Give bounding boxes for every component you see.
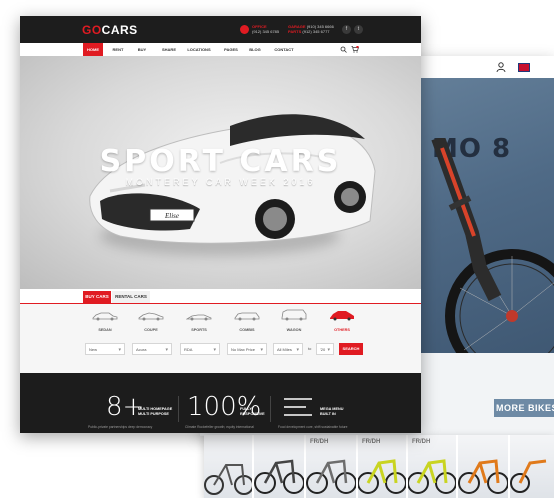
bike-card-label: FR/DH xyxy=(412,439,431,445)
wagon-icon xyxy=(281,309,307,321)
others-car-icon xyxy=(330,311,354,321)
logo-cars: CARS xyxy=(101,23,138,37)
bike-card[interactable] xyxy=(254,435,306,498)
nav-buy[interactable]: BUY xyxy=(132,43,152,56)
contact-parts-title: PARTS xyxy=(288,29,302,34)
search-icon[interactable] xyxy=(340,46,347,53)
nav-share[interactable]: SHARE xyxy=(158,43,180,56)
coupe-icon xyxy=(138,312,164,321)
facebook-icon[interactable]: f xyxy=(342,25,351,34)
search-tabs: BUY CARS RENTAL CARS xyxy=(20,289,421,304)
phone-icon xyxy=(240,25,249,34)
price-select[interactable]: No Max Price xyxy=(227,343,267,356)
bike-thumb-image xyxy=(510,459,547,493)
stat-description: Food development cure, shift sustainable… xyxy=(278,425,348,429)
bike-frame-image xyxy=(431,138,554,353)
bike-card[interactable] xyxy=(204,435,254,498)
contact-office: OFFICE (912) 345 6785 xyxy=(252,24,279,34)
body-type-label: COMBIS xyxy=(239,328,255,332)
nav-pages[interactable]: PAGES xyxy=(220,43,242,56)
body-type-sports[interactable]: SPORTS xyxy=(177,308,221,332)
stat-description: Climate Rockefeller growth; equity inter… xyxy=(185,425,254,429)
stat-label-line: BUILT IN xyxy=(320,412,336,416)
site-logo[interactable]: GOCARS xyxy=(82,23,138,37)
cars-topbar: GOCARS OFFICE (912) 345 6785 GARAGE (910… xyxy=(20,16,421,43)
body-type-label: OTHERS xyxy=(334,328,350,332)
contact-parts-phone: (912) 345 6777 xyxy=(302,29,330,34)
nav-rent[interactable]: RENT xyxy=(108,43,128,56)
type-select[interactable]: RDA xyxy=(180,343,220,356)
body-type-label: WAGON xyxy=(286,328,302,332)
nav-locations[interactable]: LOCATIONS xyxy=(184,43,214,56)
hero-title: SPORT CARS xyxy=(99,144,342,179)
nav-blog[interactable]: BLOG xyxy=(246,43,264,56)
stat-label-line: RESPONSIVE xyxy=(240,412,265,416)
body-type-label: COUPE xyxy=(144,328,158,332)
twitter-icon[interactable]: t xyxy=(354,25,363,34)
bike-thumb-image xyxy=(204,464,254,495)
stat-label-line: MULTI PURPOSE xyxy=(138,412,169,416)
cars-site-mockup: GOCARS OFFICE (912) 345 6785 GARAGE (910… xyxy=(20,16,421,433)
bike-thumb-image xyxy=(254,459,305,494)
bike-card[interactable]: FR/DH xyxy=(357,435,408,498)
body-type-label: SEDAN xyxy=(98,328,112,332)
contact-garage: GARAGE (910) 345 6666 PARTS (912) 345 67… xyxy=(288,24,334,34)
combi-icon xyxy=(234,312,260,321)
to-label: to xyxy=(308,346,312,351)
bike-thumbnail-strip: FR/DH FR/DH FR/DH xyxy=(204,435,554,498)
hero-banner: Elise SPORT CARS MONTEREY CAR WEEK 2016 xyxy=(20,56,421,289)
stat-divider xyxy=(178,396,179,422)
body-type-sedan[interactable]: SEDAN xyxy=(83,308,127,332)
bike-card[interactable]: FR/DH xyxy=(306,435,358,498)
user-icon[interactable] xyxy=(496,62,506,72)
body-type-others[interactable]: OTHERS xyxy=(320,308,364,332)
hero-subtitle: MONTEREY CAR WEEK 2016 xyxy=(125,177,316,187)
contact-office-phone: (912) 345 6785 xyxy=(252,29,280,34)
stat-label: FULLY RESPONSIVE xyxy=(240,407,265,417)
bike-card[interactable] xyxy=(458,435,510,498)
bike-thumb-image xyxy=(458,459,509,494)
stat-divider xyxy=(270,396,271,422)
nav-home[interactable]: HOME xyxy=(83,43,103,56)
stat-label: MEGA MENU BUILT IN xyxy=(320,407,343,417)
bike-card[interactable] xyxy=(510,435,554,498)
search-button[interactable]: SEARCH xyxy=(339,343,363,355)
main-nav: HOME RENT BUY SHARE LOCATIONS PAGES BLOG… xyxy=(20,43,421,57)
search-filters: New Acura RDA No Max Price All Miles to … xyxy=(20,336,421,376)
model-select[interactable]: Acura xyxy=(132,343,172,356)
more-bikes-button[interactable]: MORE BIKES xyxy=(494,399,554,417)
logo-go: GO xyxy=(82,23,102,37)
tab-rental-cars[interactable]: RENTAL CARS xyxy=(112,291,150,303)
sedan-icon xyxy=(92,312,118,321)
body-type-wagon[interactable]: WAGON xyxy=(272,308,316,332)
stat-label: MULTI HOMEPAGE MULTI PURPOSE xyxy=(138,407,172,417)
stat-description: Public-private partnerships deep democra… xyxy=(88,425,153,429)
bike-card-label: FR/DH xyxy=(362,439,381,445)
uk-flag-icon[interactable] xyxy=(518,63,530,72)
bike-card-label: FR/DH xyxy=(310,439,329,445)
body-type-label: SPORTS xyxy=(191,328,207,332)
sports-car-icon xyxy=(185,314,212,321)
tab-buy-cars[interactable]: BUY CARS xyxy=(83,291,111,303)
make-select[interactable]: New xyxy=(85,343,125,356)
feature-stats: 8+ MULTI HOMEPAGE MULTI PURPOSE Public-p… xyxy=(20,373,421,433)
mega-menu-icon xyxy=(284,398,312,416)
mileage-select[interactable]: All Miles xyxy=(273,343,303,356)
body-type-coupe[interactable]: COUPE xyxy=(129,308,173,332)
nav-contact[interactable]: CONTACT xyxy=(270,43,298,56)
license-plate: Elise xyxy=(164,212,179,220)
body-type-combis[interactable]: COMBIS xyxy=(225,308,269,332)
bike-card[interactable]: FR/DH xyxy=(407,435,458,498)
cart-icon[interactable] xyxy=(351,46,359,53)
year-select[interactable]: '20 xyxy=(316,343,334,356)
